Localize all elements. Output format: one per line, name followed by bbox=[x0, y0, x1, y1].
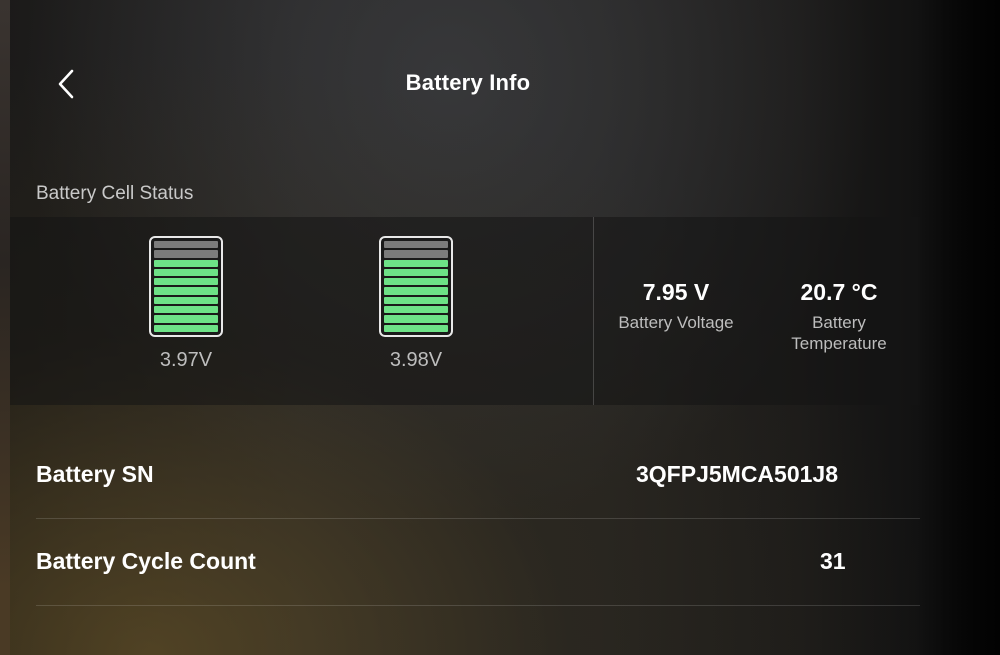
page-title: Battery Info bbox=[405, 70, 531, 95]
header: Battery Info bbox=[10, 40, 920, 130]
battery-bar-filled bbox=[384, 278, 448, 286]
battery-icon bbox=[379, 236, 453, 337]
background-edge bbox=[0, 0, 10, 655]
battery-voltage-label: Battery Voltage bbox=[618, 313, 734, 332]
battery-voltage-stat: 7.95 V Battery Voltage bbox=[606, 279, 746, 333]
battery-cycle-label: Battery Cycle Count bbox=[36, 548, 256, 574]
battery-bar-empty bbox=[384, 241, 448, 249]
battery-sn-row: Battery SN 3QFPJ5MCA501J8 bbox=[36, 432, 920, 519]
battery-bar-empty bbox=[154, 250, 218, 258]
battery-temperature-stat: 20.7 °C Battery Temperature bbox=[774, 279, 904, 354]
battery-cell-1: 3.97V bbox=[145, 236, 227, 372]
battery-bar-filled bbox=[154, 315, 218, 323]
battery-temperature-value: 20.7 °C bbox=[800, 279, 878, 305]
battery-cycle-value: 31 bbox=[820, 548, 846, 574]
battery-bar-filled bbox=[384, 315, 448, 323]
battery-icon bbox=[149, 236, 223, 337]
battery-bar-filled bbox=[154, 268, 218, 277]
background-shade bbox=[915, 0, 1000, 655]
battery-bar-empty bbox=[154, 241, 218, 249]
battery-cell-2: 3.98V bbox=[375, 236, 457, 372]
battery-sn-value: 3QFPJ5MCA501J8 bbox=[636, 461, 838, 487]
battery-sn-label: Battery SN bbox=[36, 461, 154, 487]
battery-bar-filled bbox=[384, 324, 448, 332]
battery-bar-filled bbox=[154, 306, 218, 314]
cell-status-panel: 3.97V 3.98V 7.95 V Battery Voltage 20.7 … bbox=[10, 217, 920, 405]
section-label-cell-status: Battery Cell Status bbox=[36, 183, 194, 204]
battery-bar-filled bbox=[384, 287, 448, 295]
battery-temperature-label-line2: Temperature bbox=[791, 334, 887, 353]
panel-divider bbox=[593, 217, 594, 405]
battery-bar-filled bbox=[384, 296, 448, 305]
battery-bar-filled bbox=[154, 278, 218, 286]
battery-temperature-label-line1: Battery bbox=[812, 313, 866, 332]
battery-bar-filled bbox=[154, 324, 218, 332]
battery-bar-filled bbox=[154, 296, 218, 305]
battery-bar-empty bbox=[384, 250, 448, 258]
battery-bar-filled bbox=[384, 268, 448, 277]
cell-voltage: 3.98V bbox=[389, 349, 443, 371]
cell-voltage: 3.97V bbox=[159, 349, 213, 371]
battery-bar-filled bbox=[384, 306, 448, 314]
battery-voltage-value: 7.95 V bbox=[642, 279, 710, 305]
battery-bar-filled bbox=[154, 287, 218, 295]
battery-bar-filled bbox=[154, 259, 218, 267]
battery-temperature-label: Battery Temperature bbox=[774, 312, 904, 354]
battery-bar-filled bbox=[384, 259, 448, 267]
battery-cycle-row: Battery Cycle Count 31 bbox=[36, 519, 920, 606]
